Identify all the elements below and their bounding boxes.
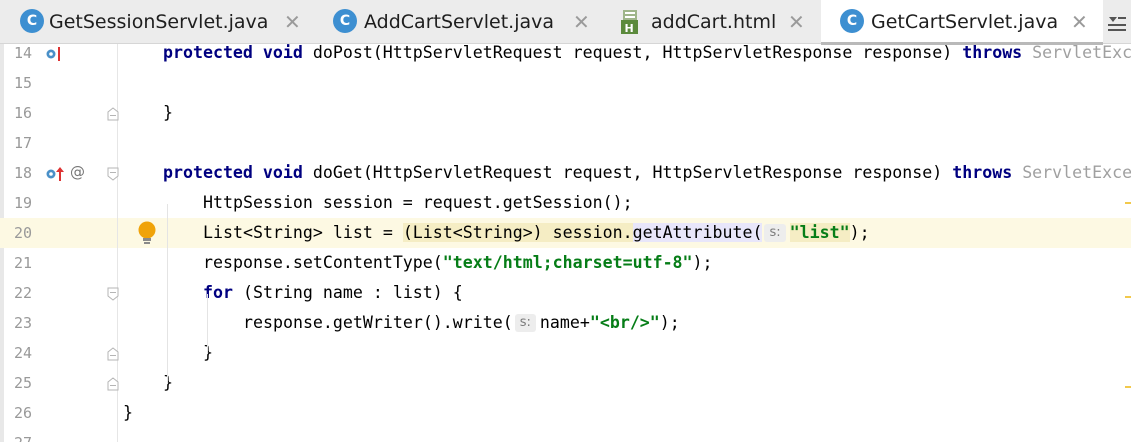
code-text: protected void doGet(HttpServletRequest … — [163, 163, 1131, 182]
line-number: 20 — [14, 224, 33, 242]
line-number: 25 — [14, 374, 33, 392]
close-tab-icon[interactable]: ✕ — [284, 10, 301, 34]
parameter-hint: s: — [514, 314, 536, 332]
svg-text:H: H — [625, 22, 634, 35]
code-line[interactable]: 27 — [0, 428, 1131, 442]
code-text: response.setContentType("text/html;chars… — [203, 253, 713, 272]
line-number: 24 — [14, 344, 33, 362]
fold-end-icon[interactable] — [107, 346, 119, 361]
editor-tab-bar: C GetSessionServlet.java ✕ C AddCartServ… — [0, 0, 1131, 45]
fold-start-icon[interactable] — [107, 286, 119, 301]
line-number: 18 — [14, 164, 33, 182]
tab-label: addCart.html — [651, 11, 777, 33]
code-editor[interactable]: 14 protected void doPost(HttpServletRequ… — [0, 44, 1131, 442]
code-line[interactable]: 24 } — [0, 338, 1131, 368]
intention-lightbulb-icon[interactable] — [136, 220, 158, 246]
indent-guide — [167, 204, 168, 384]
code-line[interactable]: 17 — [0, 128, 1131, 158]
code-text: } — [163, 373, 173, 392]
java-class-icon: C — [333, 9, 357, 33]
code-line[interactable]: 18 @ protected void doGet(HttpServletReq… — [0, 158, 1131, 188]
code-text: protected void doPost(HttpServletRequest… — [163, 44, 1131, 62]
tab-addcart-html[interactable]: H addCart.html ✕ — [610, 0, 820, 44]
indent-guide — [207, 294, 208, 354]
fold-end-icon[interactable] — [107, 376, 119, 391]
line-number: 15 — [14, 74, 33, 92]
close-tab-icon[interactable]: ✕ — [573, 10, 590, 34]
parameter-hint: s: — [764, 224, 786, 242]
line-number: 27 — [14, 428, 40, 442]
code-text: for (String name : list) { — [203, 283, 463, 302]
code-text: HttpSession session = request.getSession… — [203, 193, 633, 212]
line-number: 26 — [14, 404, 33, 422]
html-file-icon: H — [620, 9, 644, 35]
tab-getsessionservlet[interactable]: C GetSessionServlet.java ✕ — [0, 0, 310, 44]
line-number: 21 — [14, 254, 33, 272]
code-text: List<String> list = (List<String>) sessi… — [203, 223, 870, 242]
java-class-icon: C — [840, 9, 864, 33]
warning-stripe-marker[interactable] — [1125, 296, 1131, 298]
code-text: } — [203, 343, 213, 362]
code-line[interactable]: 22 for (String name : list) { — [0, 278, 1131, 308]
code-line[interactable]: 23 response.getWriter().write(s: name+"<b… — [0, 308, 1131, 338]
override-method-icon[interactable] — [46, 46, 62, 65]
implements-method-icon[interactable] — [46, 166, 64, 186]
current-code-line[interactable]: 20 List<String> list = (List<String>) se… — [0, 218, 1131, 248]
line-number: 16 — [14, 104, 33, 122]
code-text: } — [123, 403, 133, 422]
java-class-icon: C — [20, 9, 44, 33]
tab-label: GetCartServlet.java — [871, 11, 1059, 33]
code-line[interactable]: 14 protected void doPost(HttpServletRequ… — [0, 44, 1131, 68]
code-line[interactable]: 19 HttpSession session = request.getSess… — [0, 188, 1131, 218]
code-text: } — [163, 103, 173, 122]
line-number: 17 — [14, 134, 33, 152]
close-tab-icon[interactable]: ✕ — [788, 10, 805, 34]
code-line[interactable]: 21 response.setContentType("text/html;ch… — [0, 248, 1131, 278]
line-number: 23 — [14, 314, 33, 332]
warning-stripe-marker[interactable] — [1125, 386, 1131, 388]
code-text: response.getWriter().write(s: name+"<br/>… — [243, 313, 680, 332]
tab-label: GetSessionServlet.java — [49, 11, 269, 33]
warning-stripe-marker[interactable] — [1125, 202, 1131, 204]
code-line[interactable]: 25 } — [0, 368, 1131, 398]
line-number: 19 — [14, 194, 33, 212]
code-line[interactable]: 15 — [0, 68, 1131, 98]
line-number: 14 — [14, 44, 33, 62]
tab-getcartservlet[interactable]: C GetCartServlet.java ✕ — [821, 0, 1103, 45]
annotation-at-icon[interactable]: @ — [70, 162, 85, 182]
fold-start-icon[interactable] — [107, 166, 119, 181]
close-tab-icon[interactable]: ✕ — [1071, 10, 1088, 34]
tab-addcartservlet[interactable]: C AddCartServlet.java ✕ — [320, 0, 610, 44]
tabs-dropdown-icon[interactable] — [1105, 13, 1127, 33]
code-line[interactable]: 26 } — [0, 398, 1131, 428]
code-line[interactable]: 16 } — [0, 98, 1131, 128]
fold-end-icon[interactable] — [107, 106, 119, 121]
line-number: 22 — [14, 284, 33, 302]
tab-label: AddCartServlet.java — [364, 11, 555, 33]
